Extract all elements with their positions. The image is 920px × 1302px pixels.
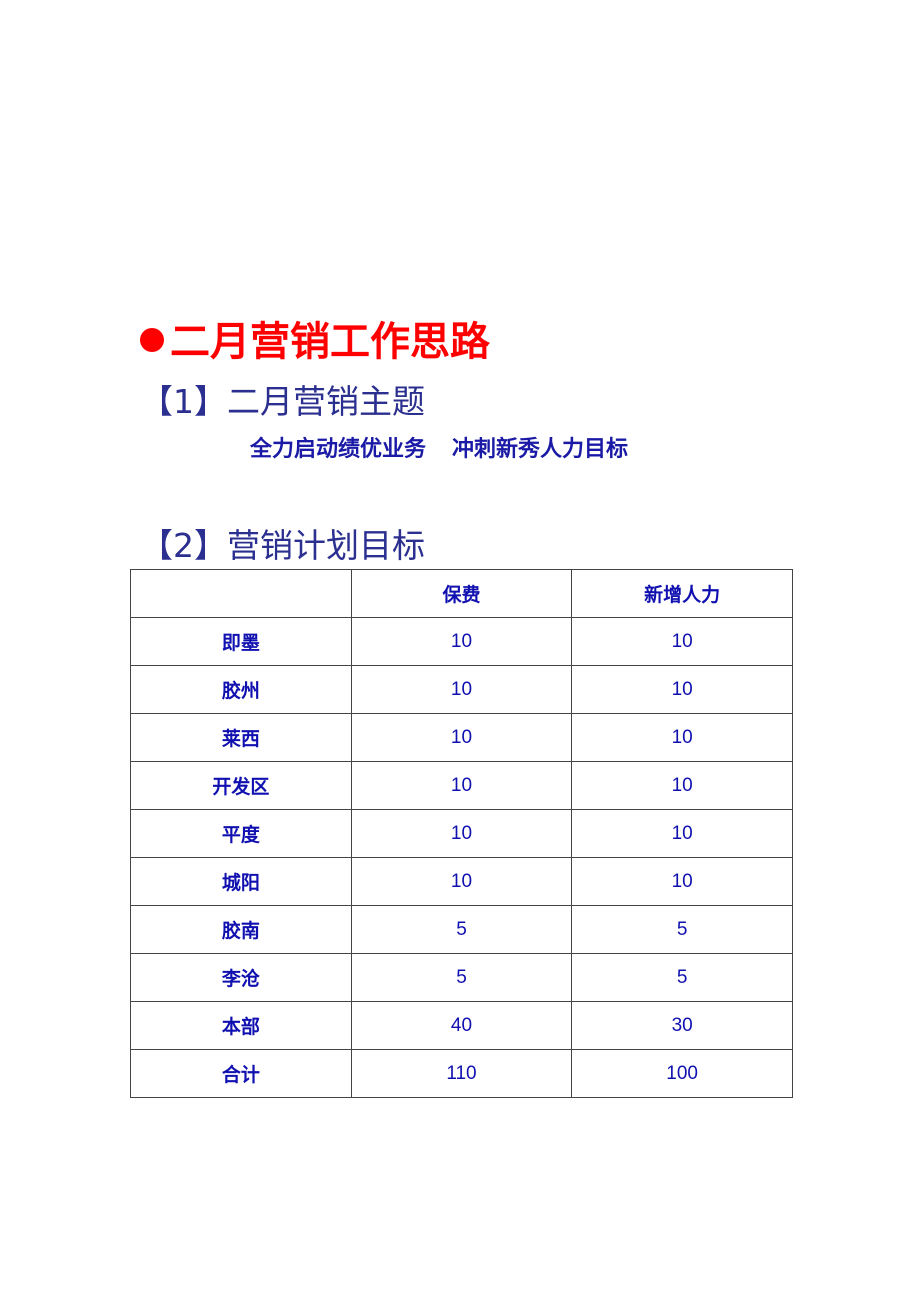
table-row: 胶南 5 5 (130, 905, 793, 954)
table-row: 平度 10 10 (130, 809, 793, 858)
theme-part-2: 冲刺新秀人力目标 (452, 437, 629, 462)
row-label: 开发区 (130, 761, 352, 810)
row-label: 李沧 (130, 953, 352, 1002)
table-row: 本部 40 30 (130, 1001, 793, 1050)
page-title-text: 二月营销工作思路 (170, 319, 490, 365)
new-staff-value: 10 (571, 857, 793, 906)
premium-value: 10 (350, 761, 573, 810)
theme-part-1: 全力启动绩优业务 (250, 437, 427, 462)
header-cell-blank (130, 569, 352, 618)
new-staff-value: 10 (571, 665, 793, 714)
header-cell-new-staff: 新增人力 (571, 569, 793, 618)
new-staff-value: 5 (571, 905, 793, 954)
table-row: 城阳 10 10 (130, 857, 793, 906)
new-staff-value: 10 (571, 617, 793, 666)
table-row: 开发区 10 10 (130, 761, 793, 810)
premium-value: 5 (350, 905, 573, 954)
premium-value: 10 (350, 857, 573, 906)
table-row: 莱西 10 10 (130, 713, 793, 762)
row-label: 合计 (130, 1049, 352, 1098)
table-row: 胶州 10 10 (130, 665, 793, 714)
premium-value: 10 (350, 665, 573, 714)
new-staff-value: 10 (571, 761, 793, 810)
row-label: 城阳 (130, 857, 352, 906)
premium-value: 5 (350, 953, 573, 1002)
table-row: 即墨 10 10 (130, 617, 793, 666)
premium-value: 10 (350, 617, 573, 666)
premium-value: 40 (350, 1001, 573, 1050)
new-staff-value: 5 (571, 953, 793, 1002)
bullet-icon (140, 328, 164, 352)
row-label: 即墨 (130, 617, 352, 666)
new-staff-value: 10 (571, 809, 793, 858)
row-label: 胶南 (130, 905, 352, 954)
table-row: 李沧 5 5 (130, 953, 793, 1002)
table-header-row: 保费 新增人力 (130, 569, 793, 618)
section-2-heading: 【2】营销计划目标 (140, 526, 425, 565)
new-staff-value: 10 (571, 713, 793, 762)
row-label: 胶州 (130, 665, 352, 714)
table-total-row: 合计 110 100 (130, 1049, 793, 1098)
targets-table: 保费 新增人力 即墨 10 10 胶州 10 10 莱西 10 10 开发区 1… (130, 569, 793, 1098)
row-label: 莱西 (130, 713, 352, 762)
premium-total: 110 (350, 1049, 573, 1098)
page-title: 二月营销工作思路 (140, 316, 490, 368)
section-1-heading: 【1】二月营销主题 (140, 382, 425, 421)
new-staff-total: 100 (571, 1049, 793, 1098)
new-staff-value: 30 (571, 1001, 793, 1050)
row-label: 本部 (130, 1001, 352, 1050)
premium-value: 10 (350, 713, 573, 762)
premium-value: 10 (350, 809, 573, 858)
header-cell-premium: 保费 (350, 569, 573, 618)
marketing-theme: 全力启动绩优业务 冲刺新秀人力目标 (250, 435, 628, 465)
row-label: 平度 (130, 809, 352, 858)
